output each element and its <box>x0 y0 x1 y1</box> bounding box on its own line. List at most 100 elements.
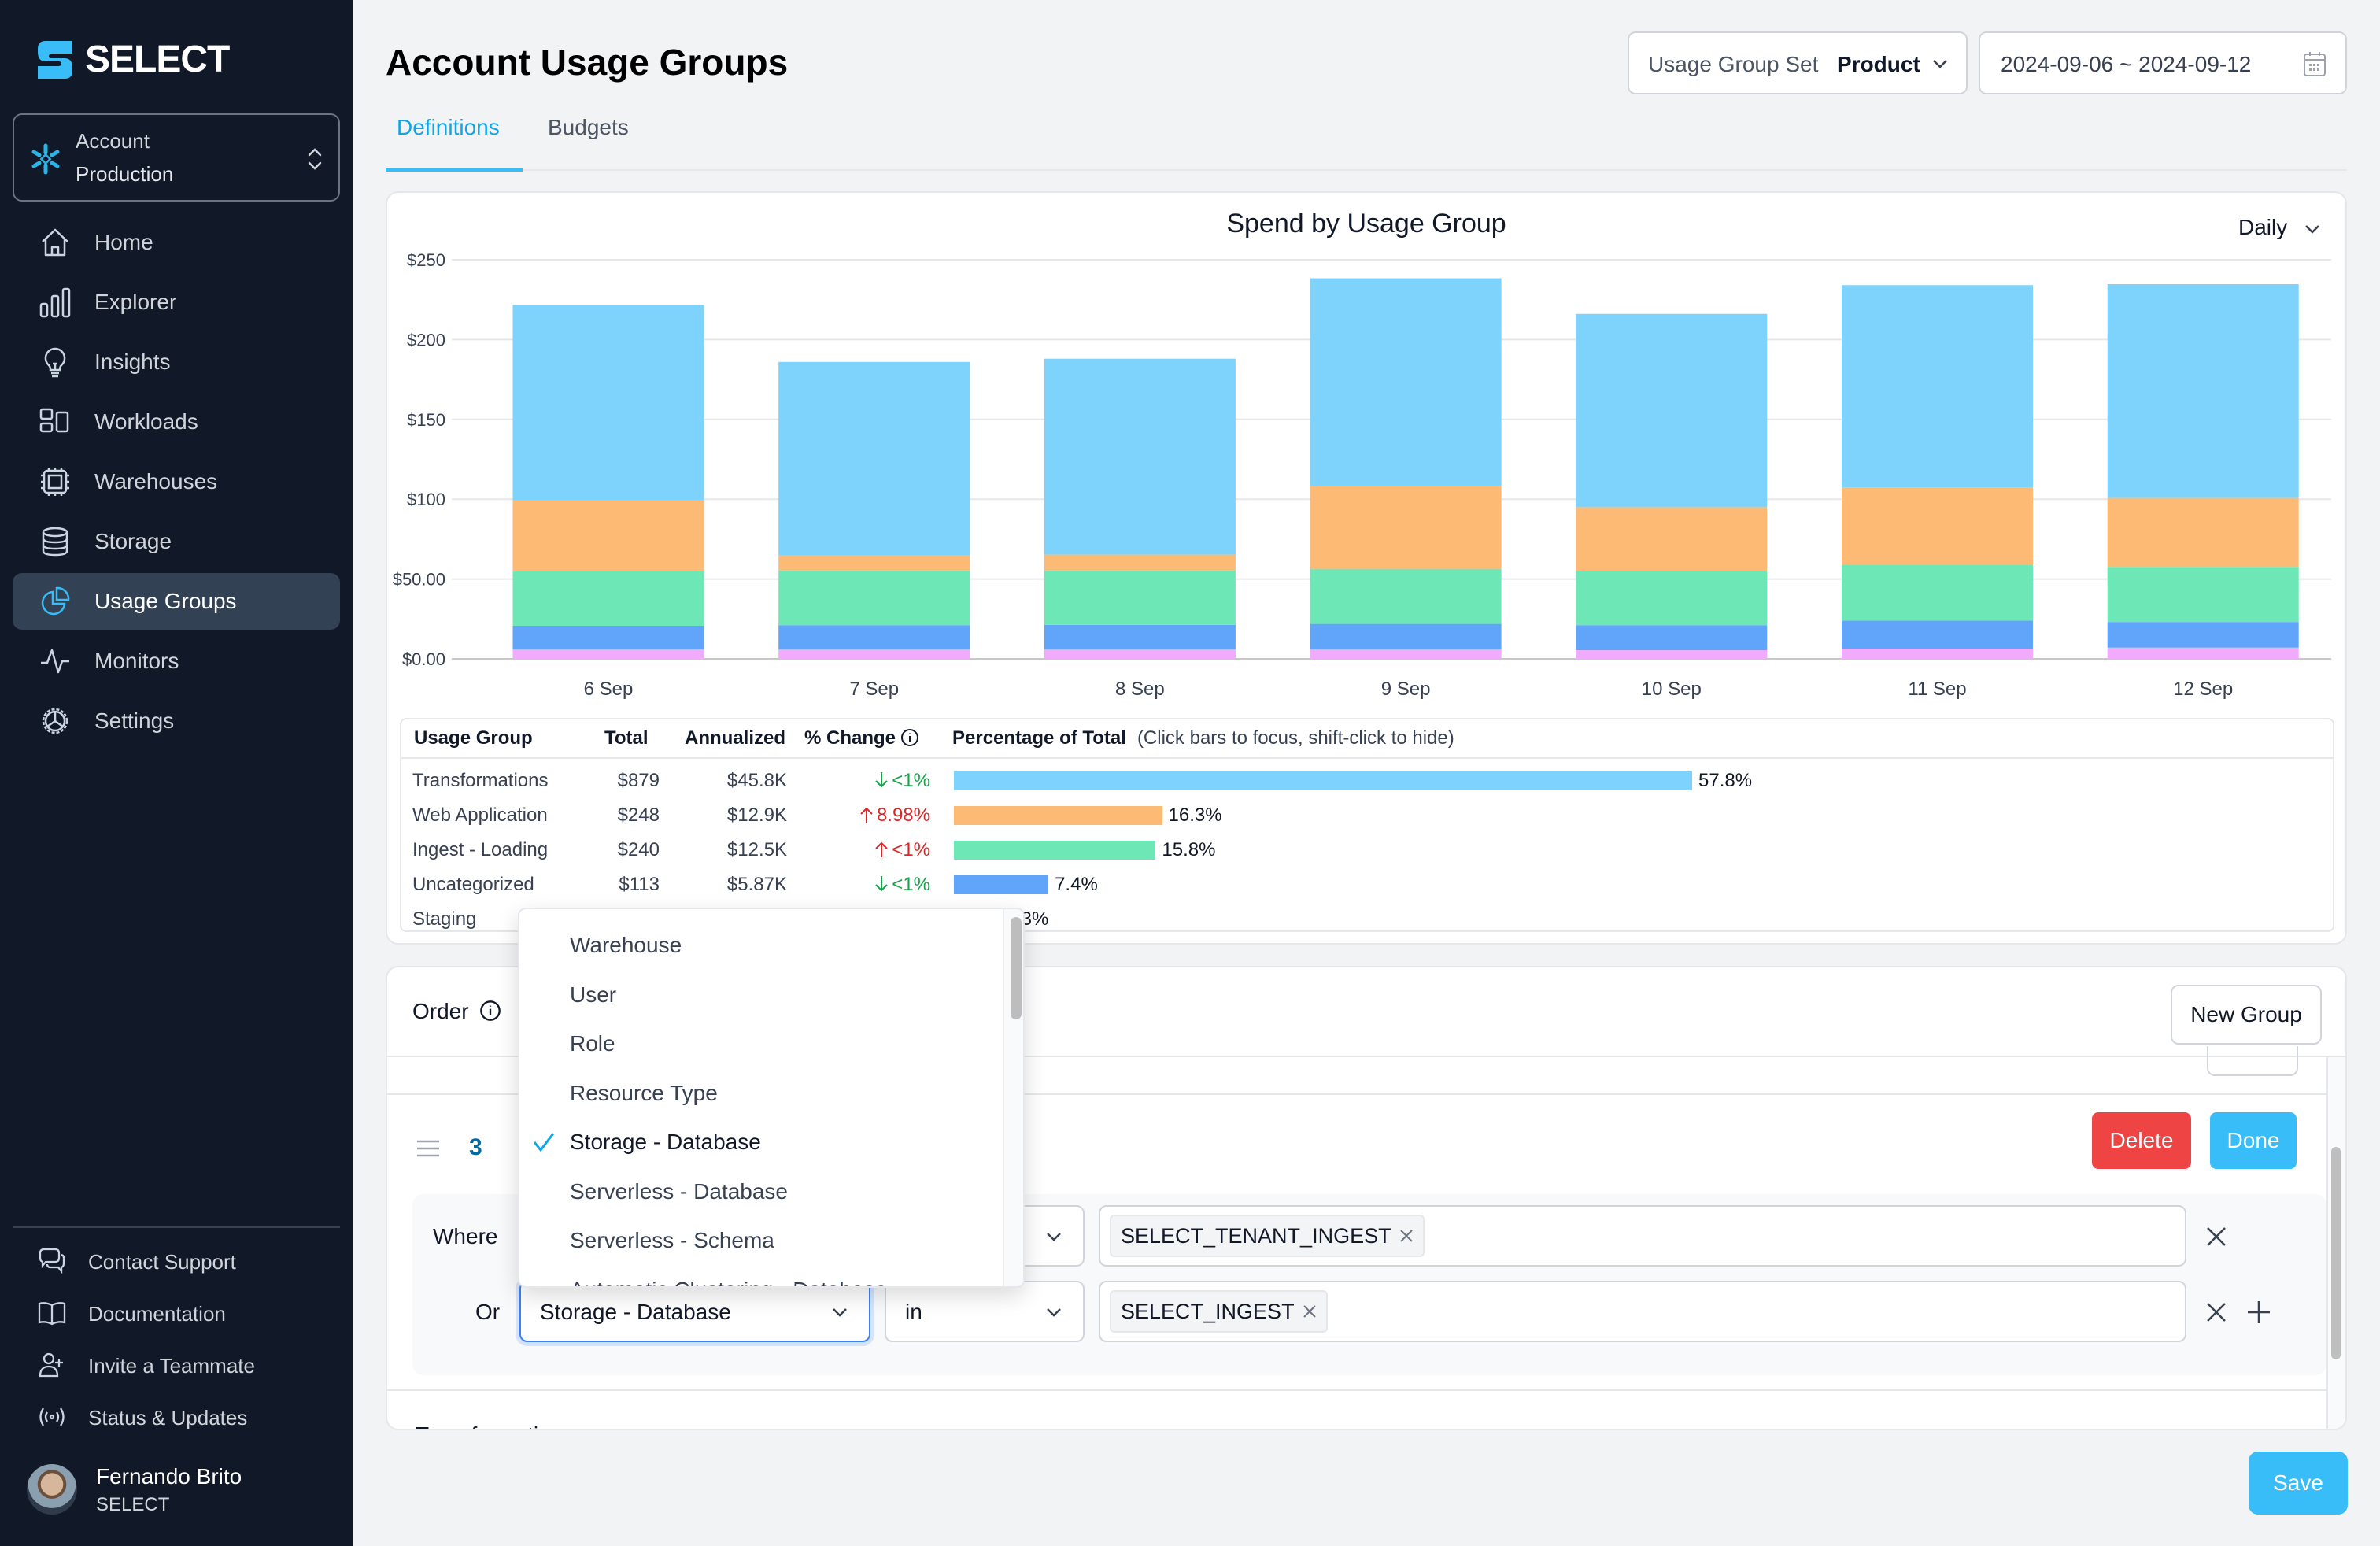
sidebar-link-invite-teammate[interactable]: Invite a Teammate <box>38 1348 337 1385</box>
remove-rule-icon[interactable] <box>2205 1226 2227 1248</box>
bar-segment-web-application[interactable] <box>1576 507 1768 571</box>
sidebar-item-monitors[interactable]: Monitors <box>13 633 340 690</box>
bar-segment-uncategorized[interactable] <box>1310 623 1502 650</box>
bar-segment-transformations[interactable] <box>512 305 704 501</box>
sidebar-link-documentation[interactable]: Documentation <box>38 1296 337 1333</box>
bar-segment-staging[interactable] <box>1044 649 1236 659</box>
bar-segment-web-application[interactable] <box>512 500 704 571</box>
add-rule-icon[interactable] <box>2246 1300 2271 1325</box>
col-header-change-label: % Change <box>804 727 896 749</box>
sidebar-item-insights[interactable]: Insights <box>13 334 340 390</box>
bar-segment-uncategorized[interactable] <box>512 626 704 650</box>
date-range-picker[interactable]: 2024-09-06 ~ 2024-09-12 <box>1979 31 2347 94</box>
menu-item[interactable]: Role <box>519 1019 1003 1067</box>
percentage-bar[interactable] <box>954 875 1049 894</box>
delete-button[interactable]: Delete <box>2092 1112 2191 1169</box>
brand-logo[interactable]: SELECT <box>38 38 230 81</box>
bar-segment-web-application[interactable] <box>1842 487 2033 565</box>
bar-segment-ingest-loading[interactable] <box>1044 570 1236 625</box>
bar-segment-uncategorized[interactable] <box>1044 624 1236 650</box>
bar-segment-web-application[interactable] <box>778 555 970 571</box>
bar-segment-staging[interactable] <box>1576 650 1768 659</box>
edit-button-partial[interactable] <box>2207 1046 2298 1076</box>
account-switcher[interactable]: Account Production <box>13 113 340 202</box>
sidebar-item-storage[interactable]: Storage <box>13 513 340 570</box>
bar-segment-transformations[interactable] <box>778 361 970 556</box>
bar-segment-staging[interactable] <box>512 649 704 659</box>
bar-segment-staging[interactable] <box>778 649 970 659</box>
tab-definitions[interactable]: Definitions <box>397 115 500 140</box>
rule-values-input[interactable]: SELECT_INGEST <box>1099 1281 2186 1342</box>
percentage-bar[interactable] <box>954 771 1692 790</box>
bar-segment-ingest-loading[interactable] <box>2107 567 2299 623</box>
sidebar-item-workloads[interactable]: Workloads <box>13 394 340 450</box>
bar-segment-uncategorized[interactable] <box>1842 620 2033 649</box>
bar-segment-uncategorized[interactable] <box>2107 622 2299 648</box>
sidebar-item-usage-groups[interactable]: Usage Groups <box>13 573 340 630</box>
info-icon[interactable] <box>900 728 919 747</box>
bar-segment-ingest-loading[interactable] <box>1310 568 1502 624</box>
cell-change: <1% <box>811 770 930 792</box>
x-tick-label: 7 Sep <box>849 679 899 700</box>
bar-segment-ingest-loading[interactable] <box>512 571 704 627</box>
rule-operator-select[interactable]: in <box>885 1281 1085 1342</box>
value-chip-label: SELECT_TENANT_INGEST <box>1121 1223 1391 1248</box>
info-icon[interactable] <box>479 1000 501 1022</box>
bar-segment-staging[interactable] <box>1310 649 1502 659</box>
sidebar-item-home[interactable]: Home <box>13 214 340 271</box>
remove-rule-icon[interactable] <box>2205 1301 2227 1323</box>
menu-item[interactable]: Serverless - Database <box>519 1167 1003 1215</box>
bar-segment-ingest-loading[interactable] <box>1576 571 1768 626</box>
bar-segment-transformations[interactable] <box>2107 284 2299 498</box>
tabs-divider <box>523 169 2347 171</box>
sidebar-item-settings[interactable]: Settings <box>13 693 340 749</box>
bar-segment-web-application[interactable] <box>2107 497 2299 568</box>
menu-item[interactable]: Resource Type <box>519 1068 1003 1117</box>
bar-segment-web-application[interactable] <box>1044 554 1236 571</box>
bar-segment-uncategorized[interactable] <box>778 625 970 650</box>
percentage-bar[interactable] <box>954 806 1162 825</box>
menu-item[interactable]: User <box>519 970 1003 1019</box>
save-button[interactable]: Save <box>2249 1452 2348 1515</box>
remove-chip-icon[interactable] <box>1303 1304 1317 1319</box>
percentage-bar[interactable] <box>954 841 1156 860</box>
bar-segment-web-application[interactable] <box>1310 485 1502 569</box>
sidebar-item-explorer[interactable]: Explorer <box>13 274 340 331</box>
menu-item[interactable]: Automatic Clustering - Database <box>519 1265 1003 1287</box>
scrollbar-thumb[interactable] <box>2331 1147 2341 1359</box>
table-row[interactable]: Uncategorized $113 $5.87K <1% 7.4% <box>401 867 2333 902</box>
col-header-usage-group: Usage Group <box>414 727 533 749</box>
menu-item[interactable]: Storage - Database <box>519 1117 1003 1166</box>
menu-scrollbar-thumb[interactable] <box>1011 917 1022 1019</box>
sidebar-link-contact-support[interactable]: Contact Support <box>38 1244 337 1282</box>
next-group-partial[interactable]: Transformations <box>416 1422 574 1429</box>
bar-segment-transformations[interactable] <box>1576 313 1768 508</box>
bar-segment-transformations[interactable] <box>1310 278 1502 486</box>
new-group-button[interactable]: New Group <box>2171 985 2322 1045</box>
bar-segment-transformations[interactable] <box>1044 358 1236 555</box>
sidebar-link-status-updates[interactable]: Status & Updates <box>38 1400 337 1437</box>
menu-item[interactable]: Serverless - Schema <box>519 1215 1003 1264</box>
done-button[interactable]: Done <box>2210 1112 2297 1169</box>
table-row[interactable]: Transformations $879 $45.8K <1% 57.8% <box>401 764 2333 798</box>
cell-change-value: <1% <box>892 874 930 895</box>
sidebar-item-warehouses[interactable]: Warehouses <box>13 453 340 510</box>
rule-values-input[interactable]: SELECT_TENANT_INGEST <box>1099 1205 2186 1267</box>
user-profile[interactable]: Fernando Brito SELECT <box>27 1464 342 1519</box>
bar-segment-staging[interactable] <box>1842 649 2033 659</box>
bar-segment-staging[interactable] <box>2107 647 2299 659</box>
bar-segment-transformations[interactable] <box>1842 285 2033 488</box>
tab-budgets[interactable]: Budgets <box>548 115 629 140</box>
table-row[interactable]: Ingest - Loading $240 $12.5K <1% 15.8% <box>401 833 2333 867</box>
drag-handle-icon[interactable] <box>416 1139 441 1158</box>
usage-group-set-label: Usage Group Set <box>1648 52 1819 76</box>
rule-field-select[interactable]: Storage - Database <box>519 1281 870 1342</box>
col-header-annualized: Annualized <box>685 727 786 749</box>
usage-group-set-select[interactable]: Usage Group Set Product <box>1628 31 1968 94</box>
menu-item[interactable]: Warehouse <box>519 920 1003 969</box>
bar-segment-ingest-loading[interactable] <box>1842 564 2033 621</box>
table-row[interactable]: Web Application $248 $12.9K 8.98% 16.3% <box>401 798 2333 833</box>
remove-chip-icon[interactable] <box>1399 1229 1414 1243</box>
bar-segment-uncategorized[interactable] <box>1576 625 1768 651</box>
bar-segment-ingest-loading[interactable] <box>778 570 970 626</box>
